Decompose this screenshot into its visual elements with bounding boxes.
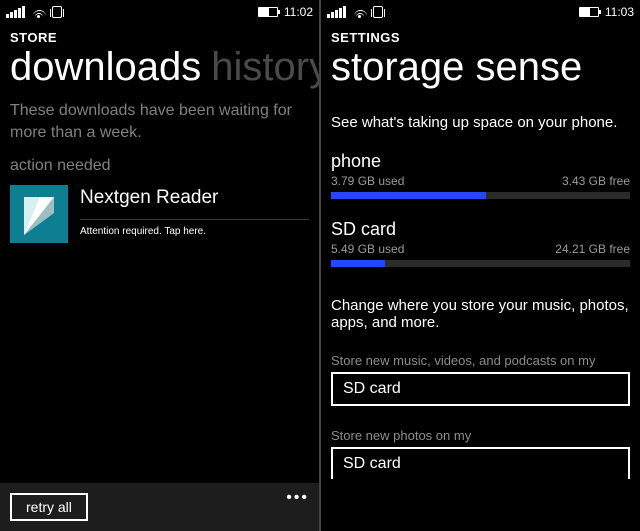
phone-used: 3.79 GB used [331,174,404,188]
action-needed-label: action needed [10,157,309,175]
app-bar: retry all ••• [0,483,319,531]
page-context: SETTINGS [321,22,640,45]
page-context: STORE [0,22,319,45]
phone-storage[interactable]: phone 3.79 GB used 3.43 GB free [331,151,630,199]
clock: 11:02 [284,5,313,19]
download-status: Attention required. Tap here. [80,226,309,237]
download-item[interactable]: Nextgen Reader Attention required. Tap h… [10,185,309,243]
photos-picker[interactable]: SD card [331,447,630,479]
page-title: storage sense [321,45,640,96]
app-icon [10,185,68,243]
phone-label: phone [331,151,630,172]
battery-icon [579,7,599,17]
clock: 11:03 [605,5,634,19]
change-location-text: Change where you store your music, photo… [331,297,630,331]
battery-fill [259,8,269,16]
waiting-message: These downloads have been waiting for mo… [10,100,309,143]
pivot-active[interactable]: downloads [10,45,201,89]
sdcard-storage[interactable]: SD card 5.49 GB used 24.21 GB free [331,219,630,267]
sdcard-bar [331,260,630,267]
vibrate-icon [373,6,383,18]
sdcard-free: 24.21 GB free [555,242,630,256]
phone-bar [331,192,630,199]
photos-picker-label: Store new photos on my [331,428,630,443]
store-screen: 11:02 STORE downloadshistory These downl… [0,0,319,531]
signal-icon [6,6,26,18]
phone-free: 3.43 GB free [562,174,630,188]
wifi-icon [32,6,46,18]
divider [80,219,309,220]
music-picker[interactable]: SD card [331,372,630,406]
download-title: Nextgen Reader [80,187,309,209]
wifi-icon [353,6,367,18]
vibrate-icon [52,6,62,18]
status-bar: 11:03 [321,0,640,22]
pivot-header[interactable]: downloadshistory [0,45,319,96]
storage-description: See what's taking up space on your phone… [331,114,630,131]
more-icon[interactable]: ••• [286,489,309,507]
music-picker-label: Store new music, videos, and podcasts on… [331,353,630,368]
sdcard-label: SD card [331,219,630,240]
battery-fill [580,8,590,16]
sdcard-bar-fill [331,260,385,267]
status-bar: 11:02 [0,0,319,22]
battery-icon [258,7,278,17]
settings-screen: 11:03 SETTINGS storage sense See what's … [321,0,640,531]
sdcard-used: 5.49 GB used [331,242,404,256]
phone-bar-fill [331,192,486,199]
retry-all-button[interactable]: retry all [10,493,88,521]
pivot-next[interactable]: history [211,45,319,89]
signal-icon [327,6,347,18]
